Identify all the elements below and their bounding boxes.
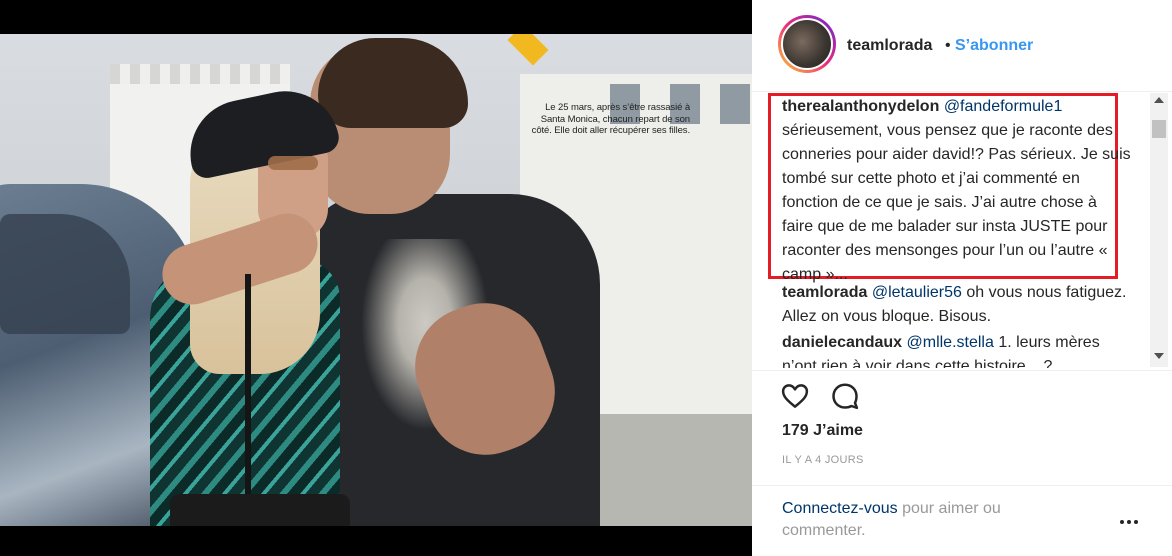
comment-item: therealanthonydelon @fandeformule1 série… <box>782 95 1132 287</box>
building-roof <box>110 64 290 84</box>
comment-text: sérieusement, vous pensez que je raconte… <box>782 122 1131 283</box>
bag-belt <box>170 494 350 526</box>
header-separator: • <box>945 37 951 54</box>
comment-mention[interactable]: @fandeformule1 <box>944 98 1063 115</box>
follow-button[interactable]: S’abonner <box>955 37 1033 55</box>
header-username[interactable]: teamlorada <box>847 37 932 55</box>
comment-bubble-icon[interactable] <box>830 381 860 411</box>
comments-scrollbar[interactable] <box>1150 93 1168 367</box>
more-options-icon[interactable] <box>1120 520 1140 526</box>
login-link[interactable]: Connectez-vous <box>782 500 898 517</box>
action-bar <box>752 370 1172 420</box>
likes-count[interactable]: 179 J’aime <box>782 422 863 440</box>
heart-icon[interactable] <box>780 381 810 411</box>
comments-list[interactable]: therealanthonydelon @fandeformule1 série… <box>752 93 1172 368</box>
login-prompt: Connectez-vous pour aimer ou commenter. <box>782 498 1082 542</box>
scroll-down-icon[interactable] <box>1154 353 1164 359</box>
post-photo[interactable]: Le 25 mars, après s’être rassasié à Sant… <box>0 34 752 526</box>
street-sign <box>507 34 549 66</box>
magazine-caption: Le 25 mars, après s’être rassasié à Sant… <box>531 102 690 136</box>
post-header: teamlorada • S’abonner <box>752 0 1172 92</box>
comment-username[interactable]: teamlorada <box>782 284 867 301</box>
comment-username[interactable]: therealanthonydelon <box>782 98 939 115</box>
bag-strap <box>245 274 251 524</box>
avatar-story-ring[interactable] <box>778 15 836 73</box>
post-sidebar: teamlorada • S’abonner therealanthonydel… <box>752 0 1172 556</box>
woman-sunglasses <box>268 156 318 170</box>
login-footer: Connectez-vous pour aimer ou commenter. <box>752 485 1172 556</box>
scrollbar-thumb[interactable] <box>1152 120 1166 138</box>
avatar[interactable] <box>781 18 833 70</box>
scroll-up-icon[interactable] <box>1154 97 1164 103</box>
man-hair <box>318 38 468 128</box>
post-media[interactable]: Le 25 mars, après s’être rassasié à Sant… <box>0 0 752 556</box>
comment-item: danielecandaux @mlle.stella 1. leurs mèr… <box>782 331 1132 368</box>
comment-username[interactable]: danielecandaux <box>782 334 902 351</box>
comment-item: teamlorada @letaulier56 oh vous nous fat… <box>782 281 1132 329</box>
comment-mention[interactable]: @mlle.stella <box>907 334 994 351</box>
comment-mention[interactable]: @letaulier56 <box>872 284 962 301</box>
post-timestamp[interactable]: IL Y A 4 JOURS <box>782 454 864 466</box>
